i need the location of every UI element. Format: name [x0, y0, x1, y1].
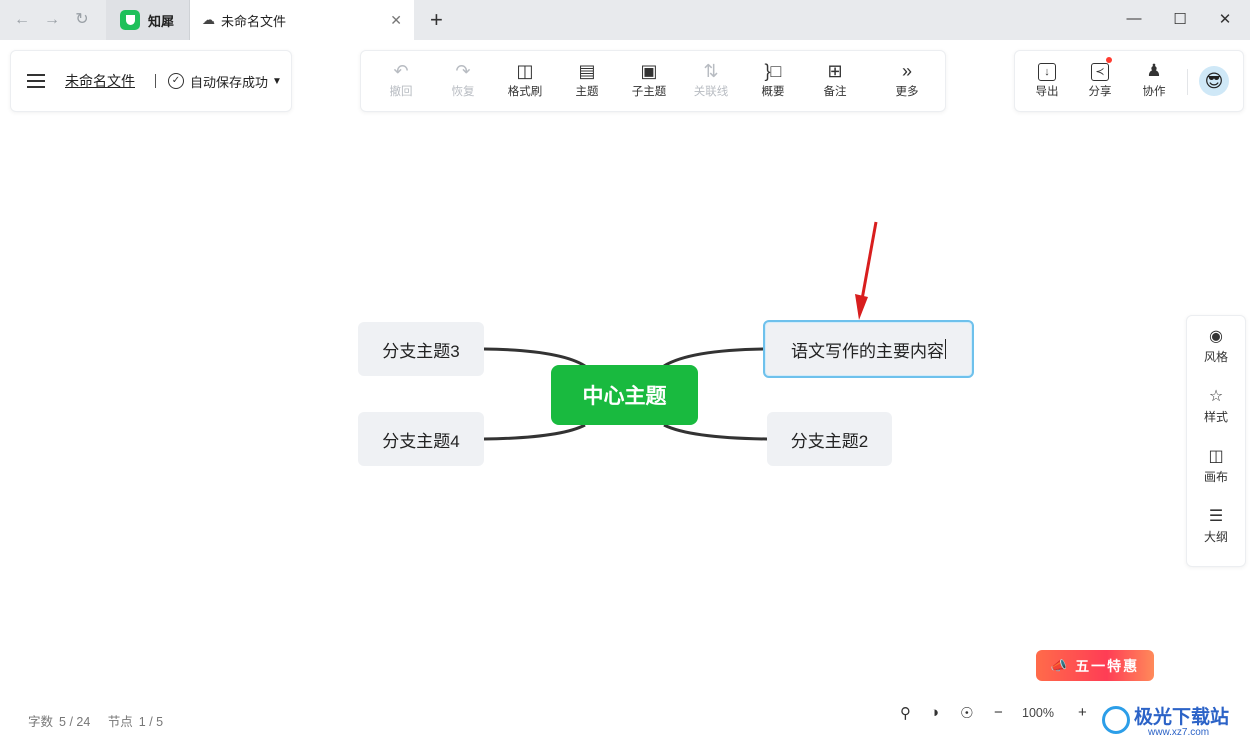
zoom-in-button[interactable]: + [1078, 704, 1087, 721]
side-panel: ◉ 风格 ☆ 样式 ◫ 画布 ☰ 大纲 [1186, 315, 1246, 567]
connector-bottom-left [483, 423, 586, 441]
word-count: 字数 5 / 24 [28, 715, 90, 729]
palette-icon: ◉ [1209, 328, 1223, 345]
branch-node-3-label: 分支主题3 [382, 341, 460, 361]
branch-node-2-label: 分支主题2 [790, 431, 869, 451]
canvas-button[interactable]: ◫ 画布 [1187, 446, 1245, 485]
watermark-url: www.xz7.com [1148, 727, 1210, 738]
branch-node-3[interactable]: 分支主题3 [358, 322, 484, 376]
outline-button[interactable]: ☰ 大纲 [1187, 506, 1245, 545]
center-node[interactable]: 中心主题 [551, 365, 698, 425]
editing-node[interactable]: 语文写作的主要内容 [763, 320, 974, 378]
node-count-label: 节点 [107, 715, 133, 729]
format-label: 样式 [1203, 410, 1228, 424]
list-icon: ☰ [1208, 508, 1224, 525]
sparkle-icon: ☆ [1208, 388, 1224, 405]
format-button[interactable]: ☆ 样式 [1187, 386, 1245, 425]
zoom-level: 100% [1022, 706, 1054, 720]
connector-top-left [483, 347, 586, 368]
node-count-value: 1 / 5 [138, 715, 164, 729]
text-cursor [945, 339, 946, 359]
canvas-icon: ◫ [1208, 448, 1224, 465]
connector-top-right [663, 347, 766, 368]
annotation-arrow [859, 221, 878, 306]
editing-node-label[interactable]: 语文写作的主要内容 [791, 337, 944, 362]
promo-banner[interactable]: 📣 五一特惠 [1036, 650, 1154, 681]
watermark-text: 极光下载站 [1134, 707, 1230, 728]
zoom-out-button[interactable]: − [994, 704, 1003, 721]
annotation-arrowhead [855, 294, 868, 320]
connector-bottom-right [663, 423, 768, 441]
branch-node-4-label: 分支主题4 [382, 431, 460, 451]
center-node-label: 中心主题 [582, 385, 667, 408]
watermark-logo-icon [1102, 706, 1130, 734]
canvas-label: 画布 [1203, 470, 1228, 484]
mouse-mode-icon[interactable]: ◑ [930, 704, 939, 721]
locate-icon[interactable]: ☉ [960, 704, 973, 722]
search-icon[interactable]: ⚲ [900, 704, 911, 722]
style-theme-button[interactable]: ◉ 风格 [1187, 326, 1245, 365]
word-count-label: 字数 [28, 715, 54, 729]
branch-node-2[interactable]: 分支主题2 [767, 412, 892, 466]
outline-label: 大纲 [1203, 530, 1228, 544]
branch-node-4[interactable]: 分支主题4 [358, 412, 484, 466]
style-theme-label: 风格 [1203, 350, 1228, 364]
megaphone-icon: 📣 [1050, 657, 1070, 673]
promo-label: 五一特惠 [1075, 657, 1140, 674]
watermark: 极光下载站 www.xz7.com [1096, 700, 1244, 744]
word-count-value: 5 / 24 [59, 715, 91, 729]
status-stats: 字数 5 / 24 节点 1 / 5 [28, 711, 177, 730]
node-count: 节点 1 / 5 [108, 715, 163, 729]
